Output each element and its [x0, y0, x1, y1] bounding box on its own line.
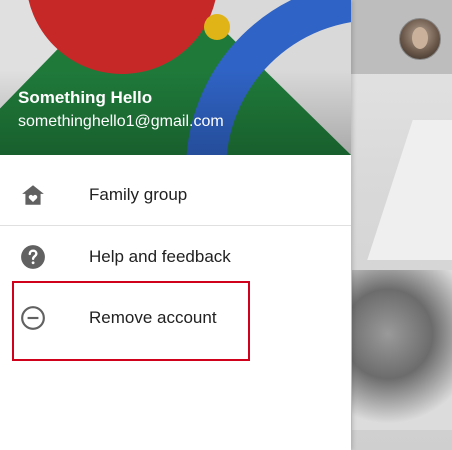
menu-item-label: Help and feedback: [89, 247, 231, 266]
profile-avatar[interactable]: [399, 18, 441, 60]
menu-item-help-feedback[interactable]: Help and feedback: [0, 230, 351, 284]
help-icon: [21, 245, 45, 269]
navigation-drawer: Something Hello somethinghello1@gmail.co…: [0, 0, 351, 450]
header-overlay: [0, 0, 351, 155]
menu-item-label: Family group: [89, 185, 188, 204]
menu-divider: [0, 225, 351, 226]
account-header[interactable]: Something Hello somethinghello1@gmail.co…: [0, 0, 351, 155]
background-image-detail: [352, 270, 452, 430]
family-group-icon: [22, 185, 44, 205]
annotation-highlight-box: [12, 281, 250, 361]
account-email: somethinghello1@gmail.com: [18, 113, 224, 130]
menu-item-family-group[interactable]: Family group: [0, 168, 351, 222]
background-image: [367, 120, 452, 260]
avatar-face: [412, 27, 428, 49]
account-name: Something Hello: [18, 88, 153, 107]
